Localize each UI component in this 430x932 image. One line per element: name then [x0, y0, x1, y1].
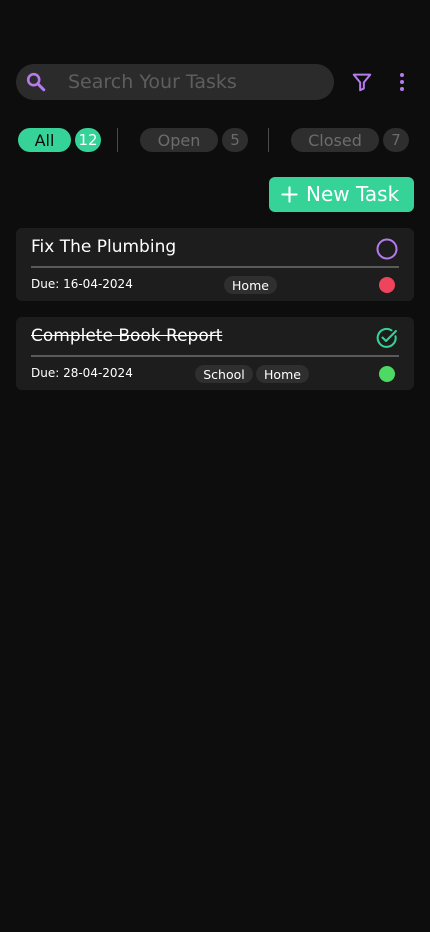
- tab-open-count: 5: [222, 128, 248, 152]
- plus-icon: [281, 186, 298, 203]
- tab-all-label: All: [18, 128, 71, 152]
- task-card[interactable]: Fix The Plumbing Due: 16-04-2024 Home: [16, 228, 414, 301]
- tab-closed[interactable]: Closed 7: [291, 128, 409, 152]
- tab-closed-count: 7: [383, 128, 409, 152]
- tab-all[interactable]: All 12: [18, 128, 101, 152]
- task-due-date: Due: 16-04-2024: [31, 277, 133, 291]
- check-circle-icon[interactable]: [375, 326, 399, 350]
- incomplete-circle-icon[interactable]: [375, 237, 399, 261]
- search-bar[interactable]: [16, 64, 334, 100]
- task-tag: Home: [256, 365, 309, 383]
- task-card[interactable]: Complete Book Report Due: 28-04-2024 Sch…: [16, 317, 414, 390]
- task-title: Complete Book Report: [31, 326, 223, 346]
- task-due-date: Due: 28-04-2024: [31, 366, 133, 380]
- new-task-button[interactable]: New Task: [269, 177, 414, 212]
- tab-divider: [268, 128, 269, 152]
- priority-dot: [379, 366, 395, 382]
- tab-closed-label: Closed: [291, 128, 379, 152]
- tab-open[interactable]: Open 5: [140, 128, 248, 152]
- task-divider: [31, 266, 399, 268]
- filter-icon[interactable]: [351, 71, 373, 93]
- task-tag: School: [195, 365, 253, 383]
- task-tag: Home: [224, 276, 277, 294]
- tab-all-count: 12: [75, 128, 101, 152]
- search-icon: [26, 72, 46, 92]
- task-divider: [31, 355, 399, 357]
- tab-divider: [117, 128, 118, 152]
- priority-dot: [379, 277, 395, 293]
- more-vertical-icon[interactable]: [392, 71, 412, 93]
- tab-open-label: Open: [140, 128, 218, 152]
- search-input[interactable]: [68, 64, 324, 100]
- new-task-label: New Task: [306, 182, 400, 206]
- task-title: Fix The Plumbing: [31, 237, 177, 257]
